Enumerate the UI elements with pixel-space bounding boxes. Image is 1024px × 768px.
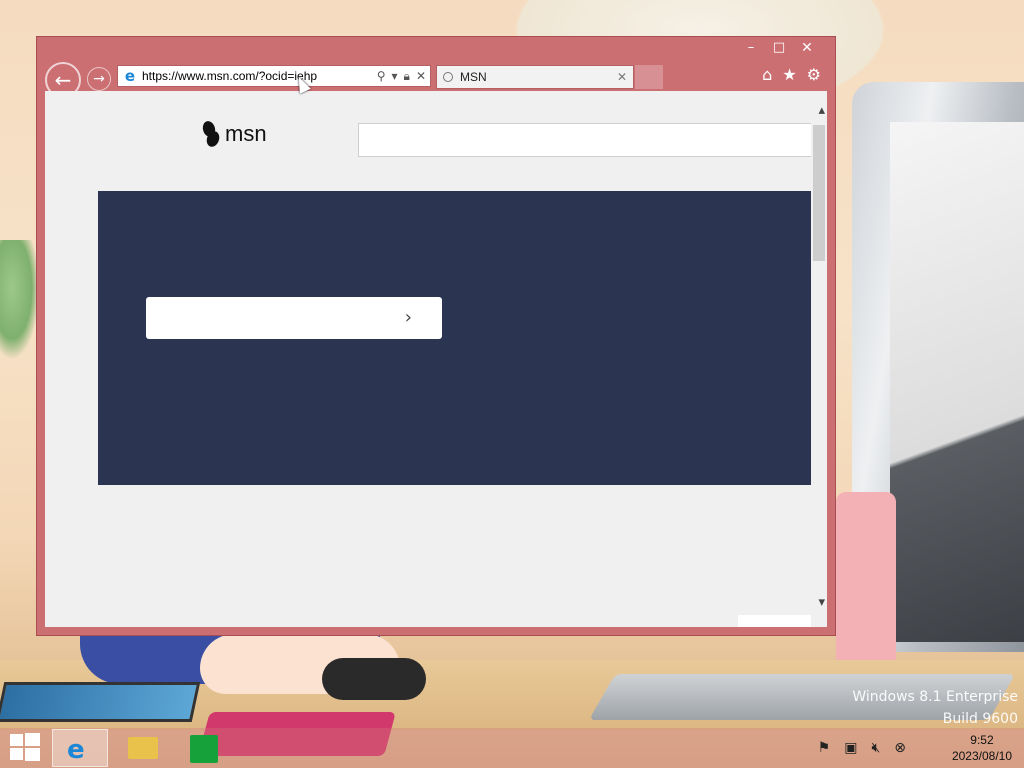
- address-bar-icons: ⚲ ▾ 🔒︎ ✕: [377, 69, 430, 84]
- lock-icon[interactable]: 🔒︎: [404, 69, 410, 84]
- windows-logo-pane: [10, 734, 23, 746]
- system-tray: ⚑ ▣ 🔇︎ ⊗: [818, 740, 906, 756]
- forward-arrow-icon: →: [93, 71, 105, 87]
- taskbar: e ⚑ ▣ 🔇︎ ⊗ 9:52 2023/08/10: [0, 728, 1024, 768]
- volume-muted-icon[interactable]: 🔇︎: [871, 740, 880, 756]
- monitor-screen: [890, 122, 1024, 642]
- notification-close-icon[interactable]: ⊗: [894, 740, 906, 756]
- back-arrow-icon: ←: [54, 68, 72, 92]
- msn-logo[interactable]: msn: [203, 121, 267, 147]
- folder-icon: [128, 737, 158, 759]
- watermark-build: Build 9600: [942, 711, 1018, 727]
- msn-butterfly-icon: [203, 121, 221, 147]
- scroll-down-icon[interactable]: ▾: [818, 595, 825, 610]
- stop-icon[interactable]: ✕: [416, 69, 426, 83]
- dropdown-icon[interactable]: ▾: [392, 69, 398, 83]
- windows-logo-pane: [25, 733, 40, 746]
- scrollbar-thumb[interactable]: [813, 125, 825, 261]
- msn-search-input[interactable]: [358, 123, 812, 157]
- taskbar-store[interactable]: [178, 729, 234, 767]
- new-tab-button[interactable]: [635, 65, 663, 89]
- forward-button[interactable]: →: [87, 67, 111, 91]
- home-icon[interactable]: ⌂: [762, 65, 772, 84]
- scroll-up-icon[interactable]: ▴: [818, 103, 825, 118]
- network-icon[interactable]: ▣: [844, 740, 857, 756]
- settings-gear-icon[interactable]: ⚙: [807, 65, 821, 84]
- clock-time: 9:52: [970, 733, 994, 747]
- hero-input-box[interactable]: ›: [146, 297, 442, 339]
- windows-logo-pane: [25, 748, 40, 761]
- tab-title: MSN: [460, 70, 487, 84]
- ie-site-icon: e: [124, 67, 136, 85]
- minimize-button[interactable]: –: [737, 39, 765, 57]
- browser-tools: ⌂ ★ ⚙: [762, 65, 821, 84]
- ie-window: – □ ✕ ← → e https://www.msn.com/?ocid=ie…: [36, 36, 836, 636]
- tab-msn[interactable]: MSN ✕: [436, 65, 634, 89]
- vertical-scrollbar[interactable]: ▴ ▾: [811, 91, 827, 627]
- tablet-decoration: [0, 682, 201, 722]
- store-icon: [190, 735, 218, 763]
- maximize-button[interactable]: □: [765, 39, 793, 57]
- clock-date: 2023/08/10: [951, 749, 1012, 763]
- taskbar-file-explorer[interactable]: [114, 729, 170, 767]
- plant-decoration: [0, 240, 40, 360]
- window-controls: – □ ✕: [737, 39, 821, 57]
- favorites-star-icon[interactable]: ★: [782, 65, 796, 84]
- url-text[interactable]: https://www.msn.com/?ocid=iehp: [142, 69, 377, 83]
- loading-spinner-icon: [443, 72, 453, 82]
- close-button[interactable]: ✕: [793, 39, 821, 57]
- taskbar-internet-explorer[interactable]: e: [52, 729, 108, 767]
- taskbar-clock[interactable]: 9:52 2023/08/10: [952, 732, 1012, 764]
- chair-decoration: [836, 492, 896, 672]
- tab-close-icon[interactable]: ✕: [617, 70, 627, 84]
- chevron-right-icon[interactable]: ›: [405, 307, 412, 328]
- os-watermark: Windows 8.1 Enterprise Build 9600: [852, 686, 1018, 730]
- watermark-edition: Windows 8.1 Enterprise: [852, 689, 1018, 705]
- msn-logo-text: msn: [225, 121, 267, 146]
- page-viewport: msn › ▴ ▾: [45, 91, 827, 627]
- search-icon[interactable]: ⚲: [377, 69, 386, 83]
- address-bar[interactable]: e https://www.msn.com/?ocid=iehp ⚲ ▾ 🔒︎ …: [117, 65, 431, 87]
- action-center-flag-icon[interactable]: ⚑: [818, 740, 831, 756]
- corner-element: [738, 615, 812, 627]
- windows-logo-pane: [10, 748, 23, 760]
- internet-explorer-icon: e: [67, 735, 85, 765]
- start-button[interactable]: [10, 733, 40, 762]
- hero-banner: ›: [98, 191, 812, 485]
- navigation-bar: ← → e https://www.msn.com/?ocid=iehp ⚲ ▾…: [45, 61, 829, 98]
- mouse-decoration: [322, 658, 426, 700]
